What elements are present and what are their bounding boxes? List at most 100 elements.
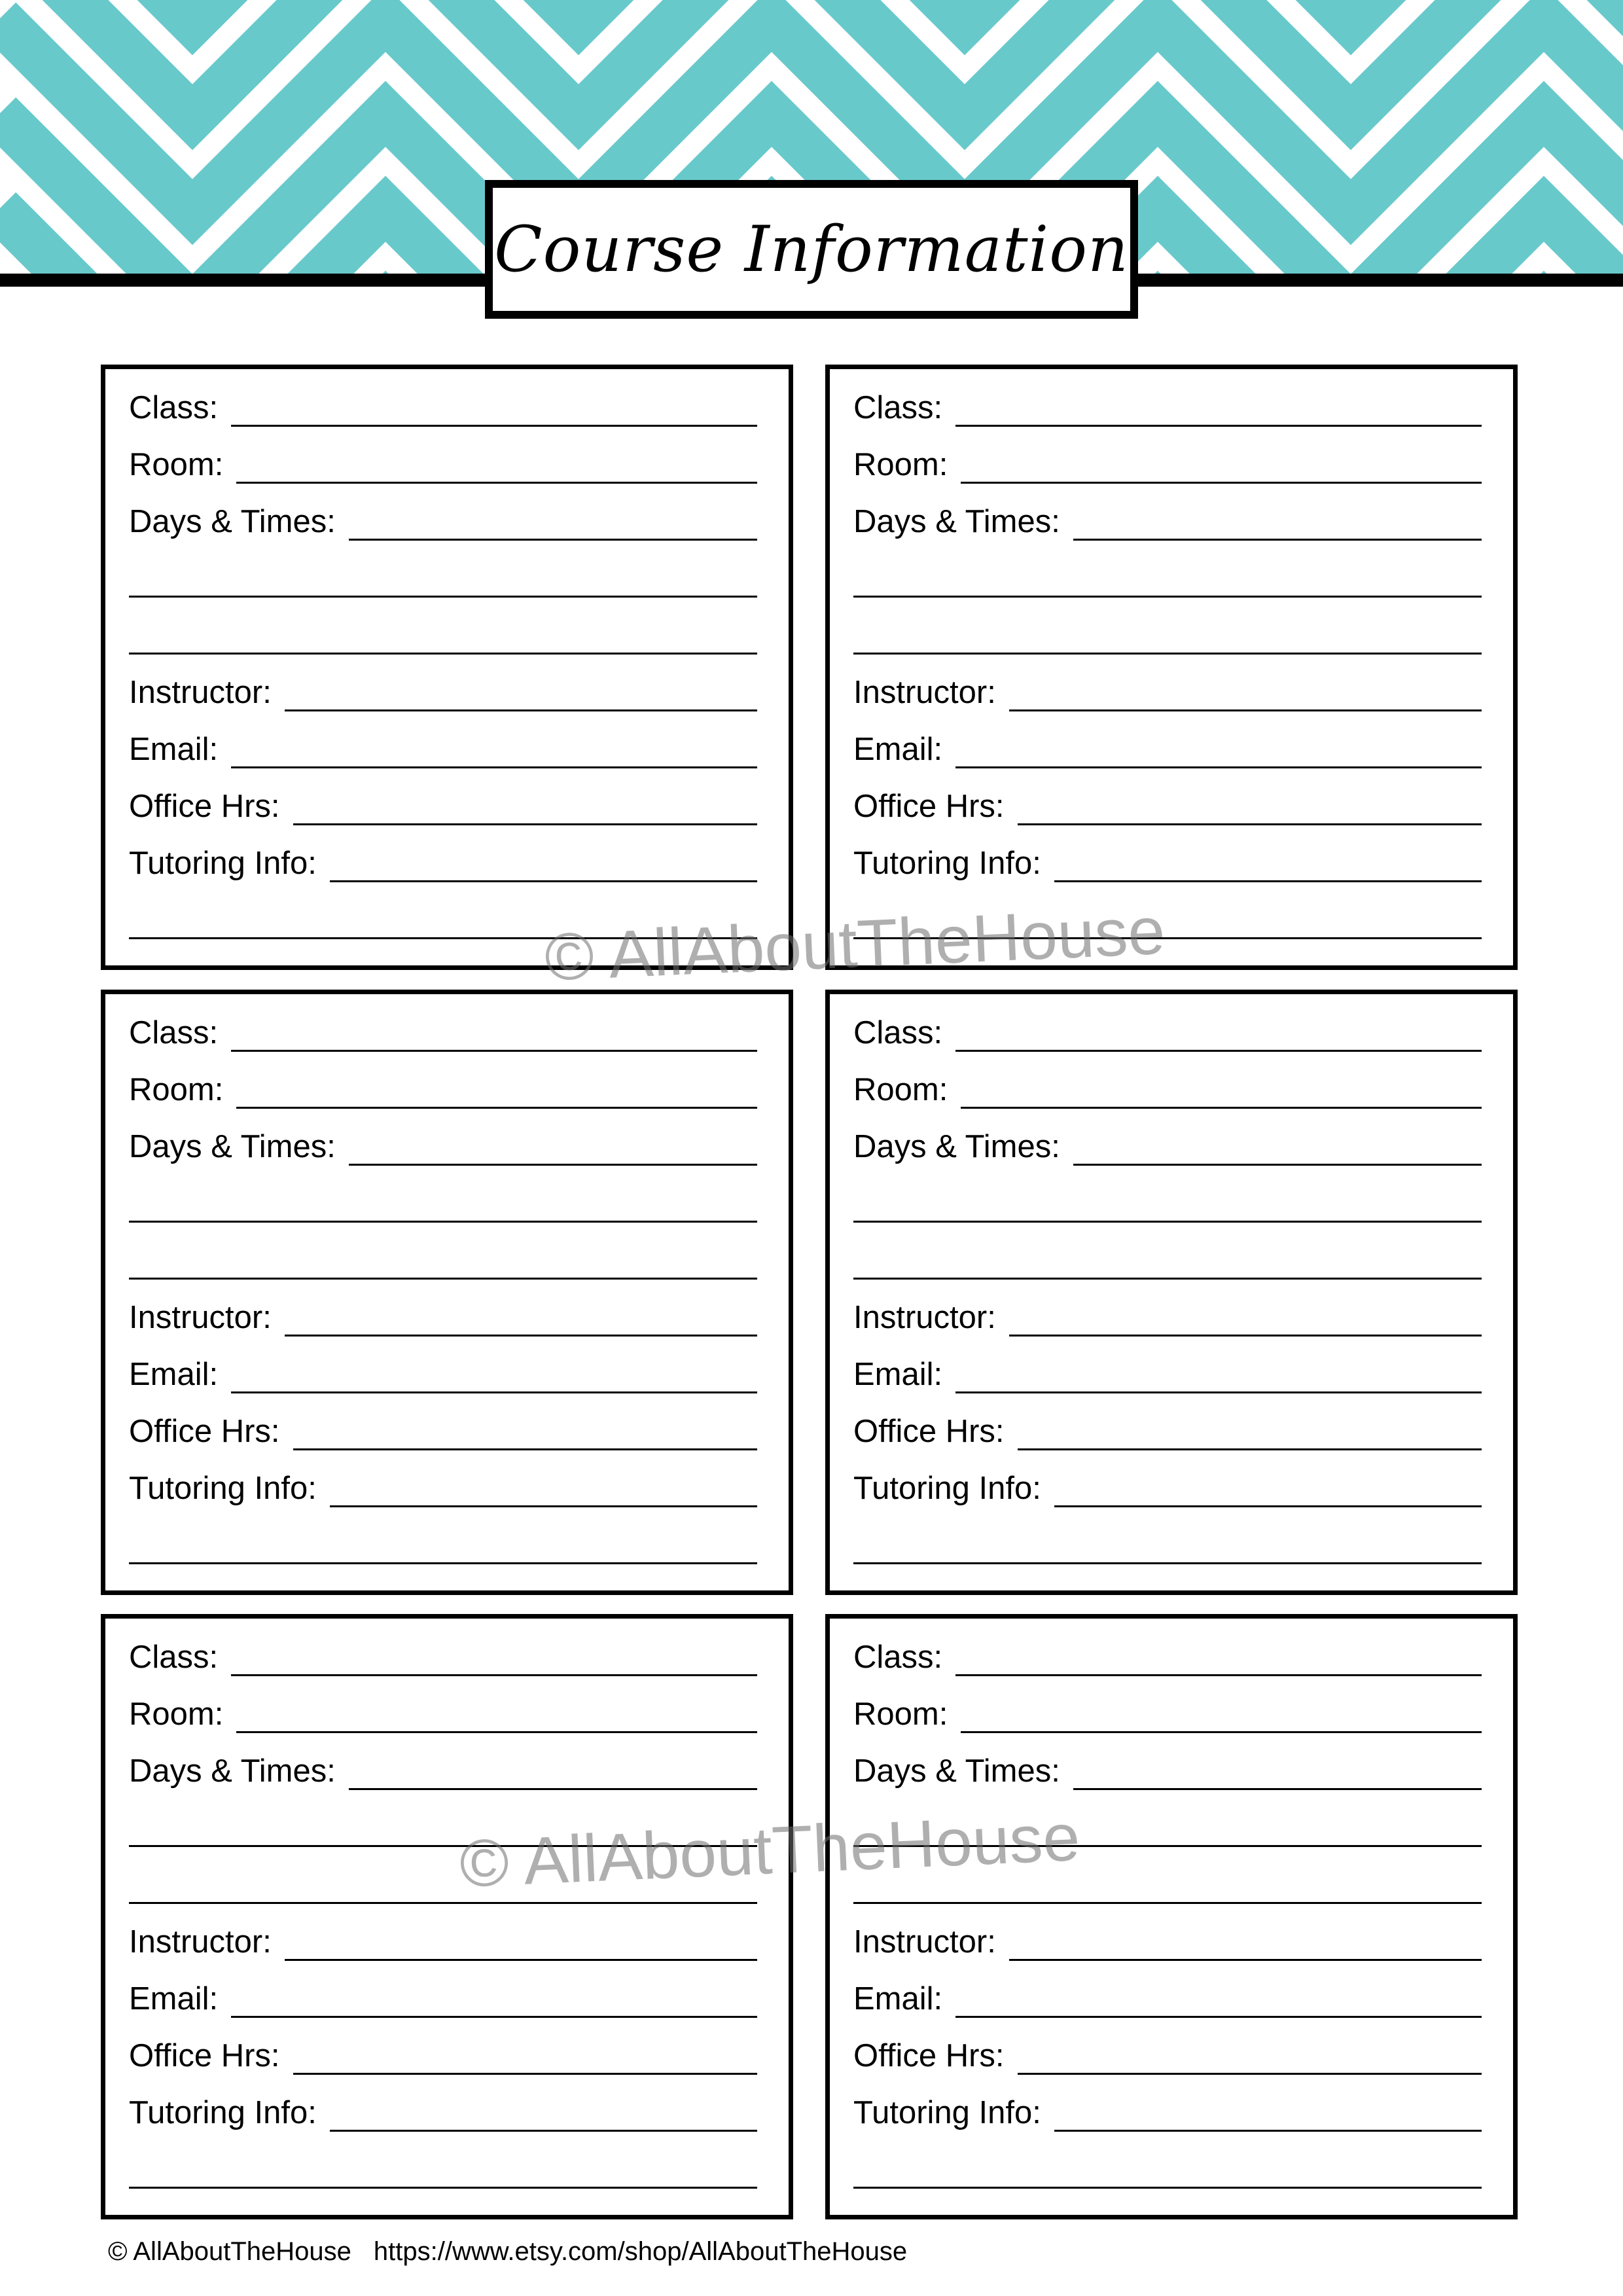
write-in-line[interactable]: [236, 1107, 757, 1109]
field-row: Tutoring Info:: [853, 1469, 1482, 1509]
blank-line-row: [853, 1526, 1482, 1566]
write-in-line[interactable]: [955, 1391, 1482, 1393]
field-label: Tutoring Info:: [853, 1471, 1041, 1506]
write-in-line[interactable]: [329, 1505, 757, 1507]
write-in-line[interactable]: [1054, 1505, 1482, 1507]
field-label: Days & Times:: [853, 504, 1060, 539]
write-in-line[interactable]: [955, 1674, 1482, 1676]
field-row: Instructor:: [129, 673, 757, 713]
field-row: Tutoring Info:: [129, 1469, 757, 1509]
field-row: Days & Times:: [129, 1128, 757, 1167]
field-label: Room:: [129, 1696, 224, 1732]
write-in-line[interactable]: [1073, 1164, 1482, 1166]
write-in-line[interactable]: [293, 2073, 757, 2075]
blank-line-row: [129, 2151, 757, 2190]
blank-line-row: [853, 1185, 1482, 1224]
title-box: Course Information: [485, 180, 1138, 319]
course-card: Class: Room: Days & Times: Instructor: Email…: [101, 990, 793, 1595]
write-in-line[interactable]: [231, 1050, 757, 1052]
field-row: Office Hrs:: [129, 2037, 757, 2076]
write-in-line[interactable]: [1073, 1788, 1482, 1790]
write-in-line[interactable]: [1054, 880, 1482, 882]
field-label: Office Hrs:: [853, 2038, 1005, 2073]
write-in-line[interactable]: [853, 2187, 1482, 2189]
write-in-line[interactable]: [231, 1391, 757, 1393]
field-label: Class:: [853, 1640, 943, 1675]
write-in-line[interactable]: [236, 1731, 757, 1733]
field-label: Tutoring Info:: [129, 2095, 317, 2130]
write-in-line[interactable]: [853, 1278, 1482, 1280]
write-in-line[interactable]: [955, 1050, 1482, 1052]
field-label: Tutoring Info:: [129, 1471, 317, 1506]
course-card: Class: Room: Days & Times: Instructor: Email…: [825, 990, 1518, 1595]
write-in-line[interactable]: [1008, 1959, 1482, 1961]
write-in-line[interactable]: [348, 1788, 757, 1790]
field-row: Days & Times:: [853, 503, 1482, 542]
field-label: Office Hrs:: [129, 1414, 280, 1449]
write-in-line[interactable]: [1054, 2130, 1482, 2132]
field-row: Instructor:: [853, 673, 1482, 713]
write-in-line[interactable]: [129, 1278, 757, 1280]
field-row: Email:: [853, 1980, 1482, 2019]
write-in-line[interactable]: [284, 1959, 757, 1961]
blank-line-row: [853, 2151, 1482, 2190]
write-in-line[interactable]: [961, 1107, 1482, 1109]
write-in-line[interactable]: [236, 482, 757, 484]
write-in-line[interactable]: [231, 425, 757, 427]
course-card: Class: Room: Days & Times: Instructor: Email…: [101, 365, 793, 970]
field-label: Email:: [129, 1981, 219, 2017]
field-row: Class:: [129, 1638, 757, 1677]
write-in-line[interactable]: [853, 653, 1482, 655]
field-label: Office Hrs:: [129, 789, 280, 824]
write-in-line[interactable]: [231, 766, 757, 768]
write-in-line[interactable]: [129, 596, 757, 598]
write-in-line[interactable]: [129, 1562, 757, 1564]
blank-line-row: [853, 617, 1482, 656]
write-in-line[interactable]: [284, 1335, 757, 1336]
field-label: Instructor:: [853, 1924, 996, 1960]
field-row: Office Hrs:: [853, 787, 1482, 827]
write-in-line[interactable]: [955, 766, 1482, 768]
write-in-line[interactable]: [348, 1164, 757, 1166]
write-in-line[interactable]: [1008, 1335, 1482, 1336]
write-in-line[interactable]: [1008, 709, 1482, 711]
field-label: Office Hrs:: [129, 2038, 280, 2073]
footer-url-link[interactable]: https://www.etsy.com/shop/AllAboutTheHou…: [374, 2237, 907, 2266]
field-label: Room:: [853, 447, 948, 482]
write-in-line[interactable]: [853, 1221, 1482, 1223]
field-label: Email:: [853, 1357, 943, 1392]
write-in-line[interactable]: [329, 2130, 757, 2132]
write-in-line[interactable]: [1017, 823, 1482, 825]
course-card: Class: Room: Days & Times: Instructor: Email…: [825, 365, 1518, 970]
write-in-line[interactable]: [1073, 539, 1482, 541]
write-in-line[interactable]: [284, 709, 757, 711]
field-label: Instructor:: [129, 1924, 272, 1960]
write-in-line[interactable]: [955, 2016, 1482, 2018]
write-in-line[interactable]: [293, 823, 757, 825]
write-in-line[interactable]: [1017, 2073, 1482, 2075]
write-in-line[interactable]: [1017, 1448, 1482, 1450]
write-in-line[interactable]: [129, 1902, 757, 1904]
footer: © AllAboutTheHouse https://www.etsy.com/s…: [108, 2237, 929, 2267]
write-in-line[interactable]: [129, 1221, 757, 1223]
field-label: Instructor:: [129, 675, 272, 710]
write-in-line[interactable]: [955, 425, 1482, 427]
write-in-line[interactable]: [961, 482, 1482, 484]
write-in-line[interactable]: [129, 2187, 757, 2189]
write-in-line[interactable]: [853, 596, 1482, 598]
field-row: Office Hrs:: [853, 1412, 1482, 1452]
field-row: Room:: [853, 1071, 1482, 1110]
write-in-line[interactable]: [329, 880, 757, 882]
write-in-line[interactable]: [853, 1562, 1482, 1564]
field-row: Room:: [853, 1695, 1482, 1734]
write-in-line[interactable]: [293, 1448, 757, 1450]
write-in-line[interactable]: [961, 1731, 1482, 1733]
field-row: Class:: [853, 389, 1482, 428]
write-in-line[interactable]: [129, 653, 757, 655]
write-in-line[interactable]: [231, 1674, 757, 1676]
write-in-line[interactable]: [348, 539, 757, 541]
write-in-line[interactable]: [853, 1902, 1482, 1904]
field-row: Room:: [853, 446, 1482, 485]
write-in-line[interactable]: [231, 2016, 757, 2018]
field-row: Instructor:: [129, 1923, 757, 1962]
